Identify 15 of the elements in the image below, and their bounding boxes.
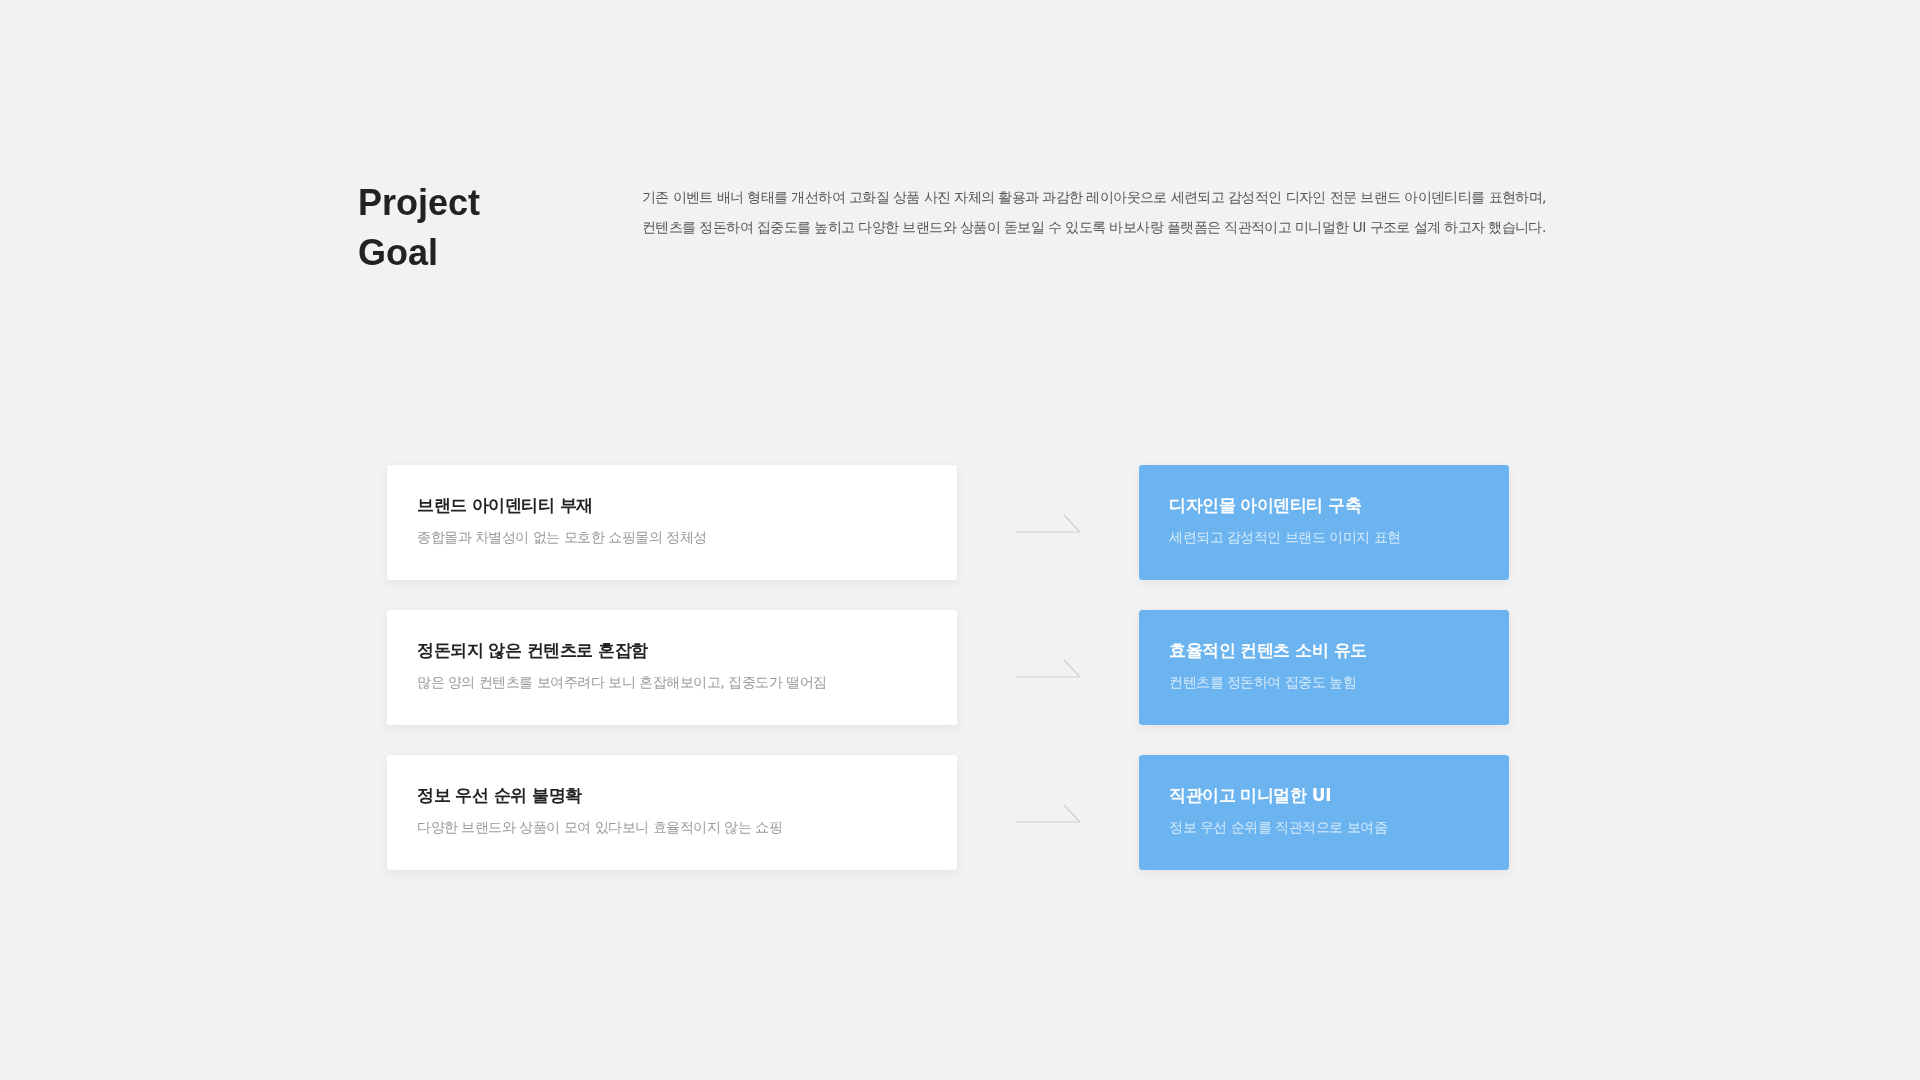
description-text: 컨텐츠를 정돈하여 집중도를 높히고 다양한 브랜드와 상품이 돋보일 수 있도록 바보사랑 플랫폼은 직관적이고 미니멀한 UI 구조로 설계 하고자 했습니다.: [642, 218, 1546, 237]
problem-title: 브랜드 아이덴티티 부재: [417, 494, 594, 517]
solution-description: 세련되고 감성적인 브랜드 이미지 표현: [1169, 528, 1402, 547]
project-goal-heading: Project Goal: [358, 181, 482, 275]
solution-title: 직관이고 미니멀한 UI: [1169, 784, 1332, 807]
problem-description: 많은 양의 컨텐츠를 보여주려다 보니 혼잡해보이고, 집중도가 떨어짐: [417, 673, 828, 692]
solution-title: 효율적인 컨텐츠 소비 유도: [1169, 639, 1368, 662]
solution-description: 컨텐츠를 정돈하여 집중도 높힘: [1169, 673, 1358, 692]
problem-title: 정보 우선 순위 불명확: [417, 784, 583, 807]
problem-description: 다양한 브랜드와 상품이 모여 있다보니 효율적이지 않는 쇼핑: [417, 818, 784, 837]
solution-description: 정보 우선 순위를 직관적으로 보여줌: [1169, 818, 1389, 837]
description-text: 기존 이벤트 배너 형태를 개선하여 고화질 상품 사진 자체의 활용과 과감한 레이아웃으로 세련되고 감성적인 디자인 전문 브랜드 아이덴티티를 표현하며,: [642, 188, 1546, 207]
solution-title: 디자인몰 아이덴티티 구축: [1169, 494, 1363, 517]
problem-title: 정돈되지 않은 컨텐츠로 혼잡함: [417, 639, 649, 662]
problem-description: 종합몰과 차별성이 없는 모호한 쇼핑몰의 정체성: [417, 528, 708, 547]
